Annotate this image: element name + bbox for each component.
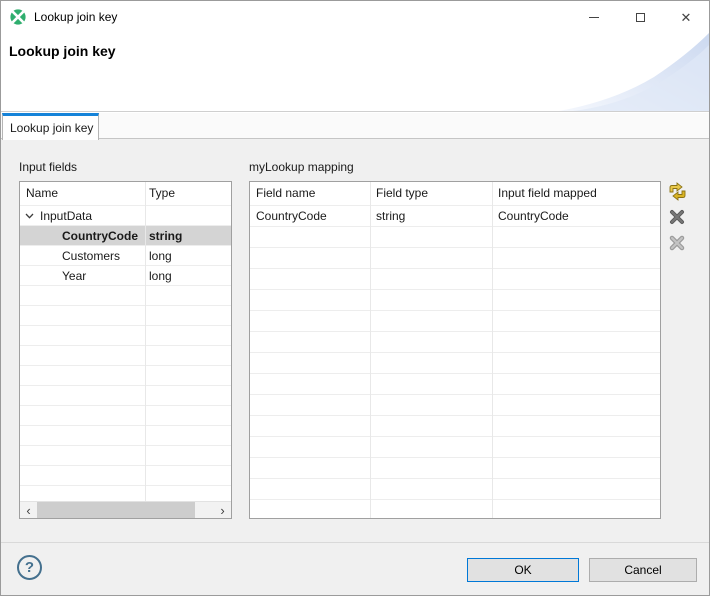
mapping-rows: CountryCodestringCountryCode (250, 206, 660, 519)
auto-map-icon (668, 182, 687, 201)
banner-decoration (559, 33, 709, 111)
empty-row (250, 395, 660, 416)
dialog-header: Lookup join key (1, 33, 709, 112)
cancel-button[interactable]: Cancel (589, 558, 697, 582)
delete-all-icon (668, 234, 686, 252)
empty-row (250, 248, 660, 269)
field-type: string (145, 226, 231, 245)
input-fields-label: Input fields (19, 160, 77, 174)
dialog-window: Lookup join key ✕ Lookup join key Lookup… (0, 0, 710, 596)
delete-icon (669, 209, 685, 225)
input-field-row[interactable]: InputData (20, 206, 231, 226)
empty-row (250, 437, 660, 458)
delete-mapping-button[interactable] (666, 207, 688, 227)
empty-row (20, 346, 231, 366)
empty-row (20, 466, 231, 486)
empty-row (250, 269, 660, 290)
scrollbar-thumb[interactable] (37, 502, 195, 518)
delete-all-mappings-button[interactable] (666, 233, 688, 253)
empty-row (250, 311, 660, 332)
field-type: long (145, 266, 231, 285)
mapping-label: myLookup mapping (249, 160, 354, 174)
empty-row (250, 479, 660, 500)
column-divider (145, 182, 146, 501)
button-bar: ? OK Cancel (1, 542, 709, 596)
input-fields-table: Name Type InputDataCountryCodestringCust… (19, 181, 232, 519)
field-name: CountryCode (62, 229, 138, 243)
empty-row (20, 306, 231, 326)
close-button[interactable]: ✕ (663, 1, 709, 33)
input-field-row[interactable]: Customers long (20, 246, 231, 266)
mapping-field-name: CountryCode (250, 206, 370, 226)
minimize-icon (589, 17, 599, 18)
empty-row (20, 386, 231, 406)
mapping-input-field: CountryCode (492, 206, 660, 226)
empty-row (250, 227, 660, 248)
empty-row (20, 426, 231, 446)
empty-row (250, 500, 660, 519)
mapping-toolbar (666, 181, 692, 253)
column-header-type[interactable]: Type (145, 182, 231, 205)
column-header-name[interactable]: Name (20, 182, 145, 205)
empty-row (20, 326, 231, 346)
tab-label: Lookup join key (10, 121, 93, 135)
maximize-button[interactable] (617, 1, 663, 33)
input-field-row[interactable]: CountryCode string (20, 226, 231, 246)
empty-row (20, 366, 231, 386)
ok-button[interactable]: OK (467, 558, 579, 582)
empty-row (250, 290, 660, 311)
page-title: Lookup join key (9, 43, 116, 59)
empty-row (250, 332, 660, 353)
window-title: Lookup join key (34, 10, 117, 24)
empty-row (20, 286, 231, 306)
empty-row (250, 374, 660, 395)
empty-row (250, 353, 660, 374)
input-fields-rows: InputDataCountryCodestringCustomerslongY… (20, 206, 231, 519)
input-field-row[interactable]: Year long (20, 266, 231, 286)
tab-lookup-join-key[interactable]: Lookup join key (2, 113, 99, 140)
mapping-field-type: string (370, 206, 492, 226)
field-name: InputData (40, 209, 92, 223)
field-type: long (145, 246, 231, 265)
clover-logo-icon (10, 9, 26, 25)
column-header-field-type[interactable]: Field type (370, 182, 492, 205)
maximize-icon (636, 13, 645, 22)
column-header-input-field-mapped[interactable]: Input field mapped (492, 182, 660, 205)
column-divider (492, 182, 493, 518)
horizontal-scrollbar: ‹ › (20, 501, 231, 518)
help-button[interactable]: ? (17, 555, 42, 580)
mapping-row[interactable]: CountryCodestringCountryCode (250, 206, 660, 227)
empty-row (20, 406, 231, 426)
empty-row (250, 416, 660, 437)
close-icon: ✕ (681, 11, 692, 24)
column-header-field-name[interactable]: Field name (250, 182, 370, 205)
field-name: Year (62, 269, 86, 283)
dialog-content: Input fields myLookup mapping Name Type … (1, 139, 709, 542)
scroll-right-button[interactable]: › (214, 502, 231, 518)
field-type (145, 206, 231, 225)
tree-expander-icon[interactable] (25, 213, 34, 219)
scroll-left-button[interactable]: ‹ (20, 502, 37, 518)
title-bar: Lookup join key ✕ (1, 1, 709, 33)
mapping-header: Field name Field type Input field mapped (250, 182, 660, 206)
input-fields-header: Name Type (20, 182, 231, 206)
tab-bar: Lookup join key (1, 113, 709, 139)
empty-row (250, 458, 660, 479)
field-name: Customers (62, 249, 120, 263)
minimize-button[interactable] (571, 1, 617, 33)
empty-row (20, 446, 231, 466)
column-divider (370, 182, 371, 518)
help-icon: ? (25, 559, 34, 576)
auto-map-button[interactable] (666, 181, 688, 201)
mapping-table: Field name Field type Input field mapped… (249, 181, 661, 519)
